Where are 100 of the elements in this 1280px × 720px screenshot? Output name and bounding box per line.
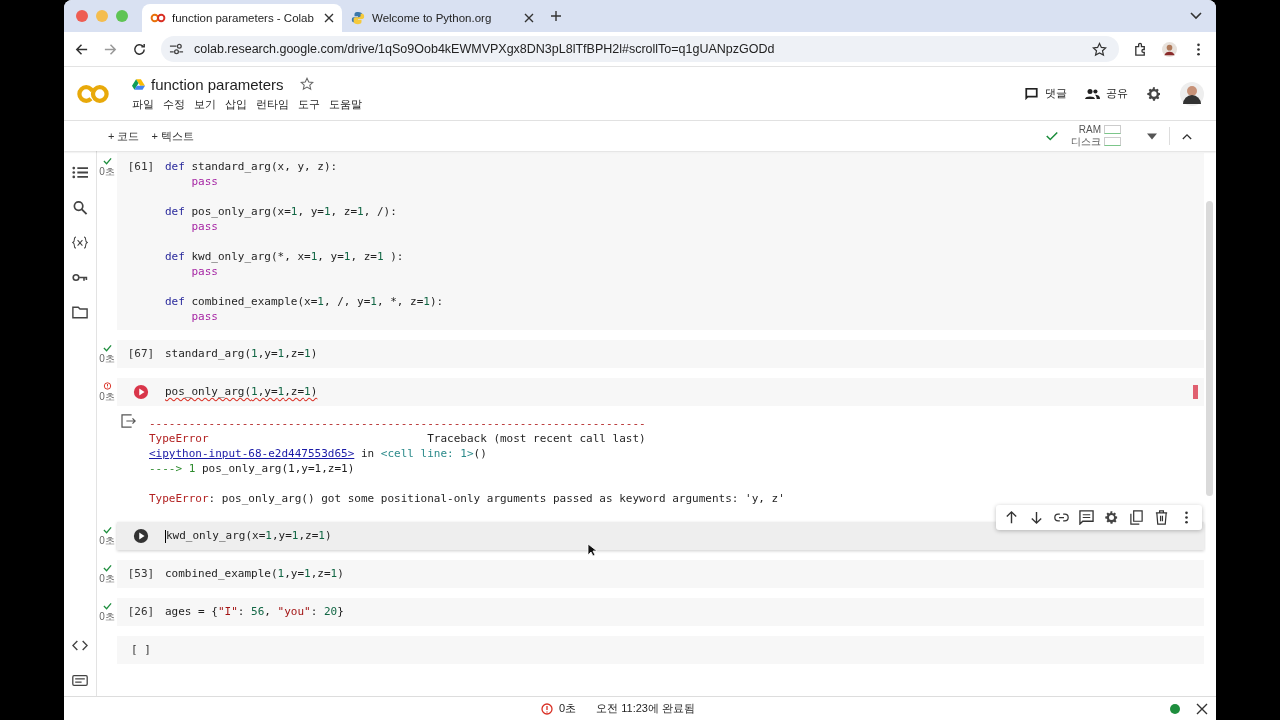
output-line: ----> 1 pos_only_arg(1,y=1,z=1): [149, 461, 356, 476]
check-icon: [102, 526, 112, 534]
header-action-button[interactable]: 댓글: [1024, 86, 1067, 101]
code-cell[interactable]: [61] def standard_arg(x, y, z): pass def pos_only_arg(x=1, y=1, z=1, /): pass def kwd_only_arg(*, x=1, y=1, z=1 ): pass def combined_example(x=1, /, y=1, *, z=1): pass: [117, 153, 1204, 330]
output-line: TypeError Traceback (most recent call last): [149, 431, 647, 446]
code-line: ages = {"I": 56, "you": 20}: [165, 604, 344, 619]
code-line: standard_arg(1,y=1,z=1): [165, 346, 318, 361]
people-icon: [1085, 86, 1100, 101]
add-cell-button[interactable]: + 코드: [108, 128, 140, 144]
site-settings-icon: [169, 43, 184, 55]
execution-count: [67]: [127, 346, 155, 361]
close-window-button[interactable]: [76, 10, 88, 22]
run-duration: 0초: [99, 610, 115, 624]
code-line: pass: [190, 174, 218, 189]
menu-item[interactable]: 수정: [163, 96, 185, 112]
menu-item[interactable]: 파일: [132, 96, 154, 112]
code-cell[interactable]: [ ]: [117, 636, 1204, 664]
profile-avatar[interactable]: [1162, 41, 1177, 57]
run-duration: 0초: [99, 390, 115, 404]
chevron-down-icon[interactable]: [1190, 12, 1202, 20]
comment-icon[interactable]: [1079, 510, 1094, 525]
check-icon: [102, 564, 112, 572]
code-line: kwd_only_arg(x=1,y=1,z=1): [165, 528, 332, 543]
code-line: def standard_arg(x, y, z):: [165, 159, 338, 174]
mouse-pointer-icon: [587, 543, 597, 557]
variables-icon[interactable]: [72, 235, 88, 250]
delete-icon[interactable]: [1154, 510, 1169, 525]
code-cell[interactable]: kwd_only_arg(x=1,y=1,z=1): [117, 522, 1204, 550]
code-line: def kwd_only_arg(*, x=1, y=1, z=1 ):: [165, 249, 404, 264]
code-line: pass: [190, 264, 218, 279]
error-marker: [1193, 385, 1198, 399]
move-up-icon[interactable]: [1004, 510, 1019, 525]
output-icon[interactable]: [121, 414, 137, 428]
scrollbar[interactable]: [1206, 201, 1213, 496]
close-icon[interactable]: [1196, 702, 1208, 715]
move-down-icon[interactable]: [1029, 510, 1044, 525]
browser-tab[interactable]: Welcome to Python.org: [342, 4, 542, 32]
new-tab-icon[interactable]: [550, 10, 562, 22]
code-line: combined_example(1,y=1,z=1): [165, 566, 344, 581]
check-icon: [102, 344, 112, 352]
code-snippets-icon[interactable]: [72, 638, 88, 653]
error-icon: [541, 702, 554, 715]
output-line: TypeError: pos_only_arg() got some positional-only arguments passed as keyword arguments: 'y, z': [149, 491, 785, 506]
code-line: pass: [190, 219, 218, 234]
extensions-icon[interactable]: [1133, 41, 1148, 57]
run-button[interactable]: [133, 528, 149, 544]
execution-count: [53]: [127, 566, 155, 581]
notebook-title[interactable]: function parameters: [151, 75, 284, 93]
dropdown-caret-icon[interactable]: [1147, 132, 1157, 140]
resource-label: 디스크: [1071, 134, 1101, 149]
menu-item[interactable]: 런타임: [256, 96, 289, 112]
menu-item[interactable]: 도구: [298, 96, 320, 112]
add-cell-button[interactable]: + 텍스트: [151, 128, 194, 144]
code-cell[interactable]: pos_only_arg(1,y=1,z=1): [117, 378, 1204, 406]
browser-tab[interactable]: function parameters - Colab: [142, 4, 342, 32]
run-duration: 0초: [99, 352, 115, 366]
code-line: pos_only_arg(1,y=1,z=1): [165, 384, 318, 399]
resource-label: RAM: [1078, 123, 1101, 135]
user-avatar[interactable]: [1180, 81, 1204, 106]
execution-count: [61]: [127, 159, 155, 174]
run-duration: 0초: [99, 572, 115, 586]
close-icon[interactable]: [524, 13, 534, 23]
code-line: def pos_only_arg(x=1, y=1, z=1, /):: [165, 204, 397, 219]
settings-icon[interactable]: [1146, 85, 1162, 102]
usage-meter: [1104, 137, 1121, 146]
traceback-link[interactable]: <ipython-input-68-e2d447553d65>: [149, 447, 355, 460]
execution-count: [ ]: [131, 642, 151, 657]
error-icon: [102, 382, 112, 390]
menu-item[interactable]: 도움말: [329, 96, 362, 112]
run-duration: 0초: [99, 165, 115, 179]
code-line: pass: [190, 309, 218, 324]
collapse-icon[interactable]: [1182, 132, 1192, 140]
run-duration: 0초: [559, 701, 577, 716]
run-duration: 0초: [99, 534, 115, 548]
header-action-button[interactable]: 공유: [1085, 86, 1128, 101]
status-message: 오전 11:23에 완료됨: [596, 701, 695, 716]
address-bar[interactable]: colab.research.google.com/drive/1qSo9Oob4kEWMVPXgx8DN3pL8lTfBPH2l#scrollTo=q1gUANpzGODd: [161, 36, 1119, 62]
check-icon: [1045, 129, 1059, 143]
check-icon: [102, 157, 112, 165]
code-line: def combined_example(x=1, /, y=1, *, z=1):: [165, 294, 444, 309]
output-line: <ipython-input-68-e2d447553d65> in <cell line: 1>(): [149, 446, 488, 461]
comment-icon: [1024, 86, 1039, 101]
execution-count: [26]: [127, 604, 155, 619]
settings-icon[interactable]: [1104, 510, 1119, 525]
mirror-cell-icon[interactable]: [1129, 510, 1144, 525]
folder-icon[interactable]: [72, 305, 88, 320]
bookmark-star-icon[interactable]: [1092, 41, 1107, 57]
terminal-icon[interactable]: [72, 673, 88, 688]
reload-icon[interactable]: [132, 41, 147, 57]
code-cell[interactable]: [53] combined_example(1,y=1,z=1): [117, 560, 1204, 588]
menu-item[interactable]: 삽입: [225, 96, 247, 112]
code-cell[interactable]: [26] ages = {"I": 56, "you": 20}: [117, 598, 1204, 626]
drive-icon[interactable]: [132, 78, 145, 90]
table-of-contents-icon[interactable]: [72, 165, 88, 180]
close-icon[interactable]: [324, 13, 334, 23]
menu-item[interactable]: 보기: [194, 96, 216, 112]
output-line: ---------------------------------------------------------------------------: [149, 416, 647, 431]
code-cell[interactable]: [67] standard_arg(1,y=1,z=1): [117, 340, 1204, 368]
star-icon[interactable]: [299, 77, 314, 91]
search-icon[interactable]: [72, 200, 88, 215]
